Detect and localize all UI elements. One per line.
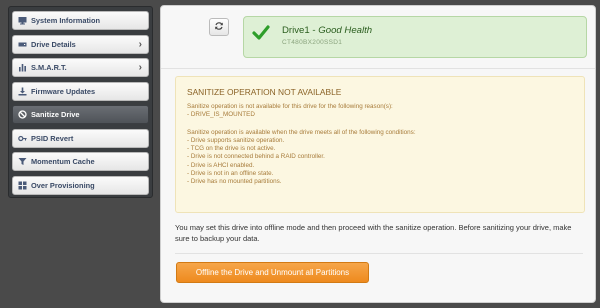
monitor-icon: [18, 16, 27, 25]
drive-model: CT480BX200SSD1: [282, 39, 343, 46]
sidebar-item-drive-details[interactable]: Drive Details ›: [12, 34, 149, 54]
sidebar-item-label: S.M.A.R.T.: [31, 63, 67, 72]
check-icon: [252, 25, 270, 46]
sidebar-item-label: Firmware Updates: [31, 86, 96, 96]
warning-condition-item: - Drive is not in an offline state.: [187, 170, 274, 178]
offline-drive-button[interactable]: Offline the Drive and Unmount all Partit…: [176, 262, 369, 283]
main-panel: Drive1 - Good Health CT480BX200SSD1 SANI…: [160, 5, 596, 303]
funnel-icon: [18, 157, 27, 166]
drive-icon: [18, 40, 27, 49]
warning-condition-item: - Drive is AHCI enabled.: [187, 161, 255, 169]
warning-body: Sanitize operation is not available for …: [187, 103, 416, 187]
refresh-icon: [214, 18, 224, 36]
divider: [161, 68, 595, 69]
sidebar-item-over-provisioning[interactable]: Over Provisioning: [12, 175, 149, 195]
sidebar-item-psid-revert[interactable]: PSID Revert: [12, 128, 149, 148]
sidebar-item-label: PSID Revert: [31, 133, 74, 143]
sidebar-nav: System Information Drive Details › S.M.A…: [8, 6, 153, 198]
sidebar-item-sanitize-drive[interactable]: Sanitize Drive: [12, 105, 149, 124]
warning-condition-item: - TCG on the drive is not active.: [187, 145, 276, 153]
sidebar-item-label: Over Provisioning: [31, 180, 95, 190]
drive-health: Good Health: [318, 25, 373, 36]
chevron-right-icon: ›: [138, 38, 142, 50]
divider: [175, 253, 583, 254]
warning-conditions-intro: Sanitize operation is available when the…: [187, 128, 416, 136]
chevron-right-icon: ›: [138, 62, 142, 73]
sidebar-item-label: Momentum Cache: [31, 157, 95, 166]
drive-name: Drive1: [282, 25, 310, 36]
key-icon: [18, 134, 27, 143]
sidebar-item-firmware-updates[interactable]: Firmware Updates: [12, 81, 149, 101]
sidebar-item-momentum-cache[interactable]: Momentum Cache: [12, 152, 149, 171]
sidebar-item-system-information[interactable]: System Information: [12, 11, 149, 30]
drive-name-health: Drive1 - Good Health: [282, 25, 372, 36]
drive-status-banner: Drive1 - Good Health CT480BX200SSD1: [243, 16, 587, 58]
refresh-button[interactable]: [209, 18, 229, 36]
sidebar-item-label: Sanitize Drive: [31, 110, 80, 119]
warning-condition-item: - Drive supports sanitize operation.: [187, 136, 285, 144]
sidebar-item-smart[interactable]: S.M.A.R.T. ›: [12, 58, 149, 77]
grid-icon: [18, 181, 27, 190]
sidebar-item-label: System Information: [31, 16, 100, 25]
bar-chart-icon: [18, 63, 27, 72]
warning-condition-item: - Drive is not connected behind a RAID c…: [187, 153, 325, 161]
sidebar-item-label: Drive Details: [31, 39, 76, 49]
prohibit-icon: [18, 110, 27, 119]
warning-reason-item: - DRIVE_IS_MOUNTED: [187, 111, 255, 119]
sanitize-warning-box: SANITIZE OPERATION NOT AVAILABLE Sanitiz…: [175, 76, 585, 213]
warning-title: SANITIZE OPERATION NOT AVAILABLE: [187, 87, 342, 97]
warning-condition-item: - Drive has no mounted partitions.: [187, 178, 282, 186]
offline-info-text: You may set this drive into offline mode…: [175, 223, 572, 243]
drive-name-separator: -: [309, 25, 319, 36]
download-icon: [18, 87, 27, 96]
warning-reason-intro: Sanitize operation is not available for …: [187, 103, 393, 110]
